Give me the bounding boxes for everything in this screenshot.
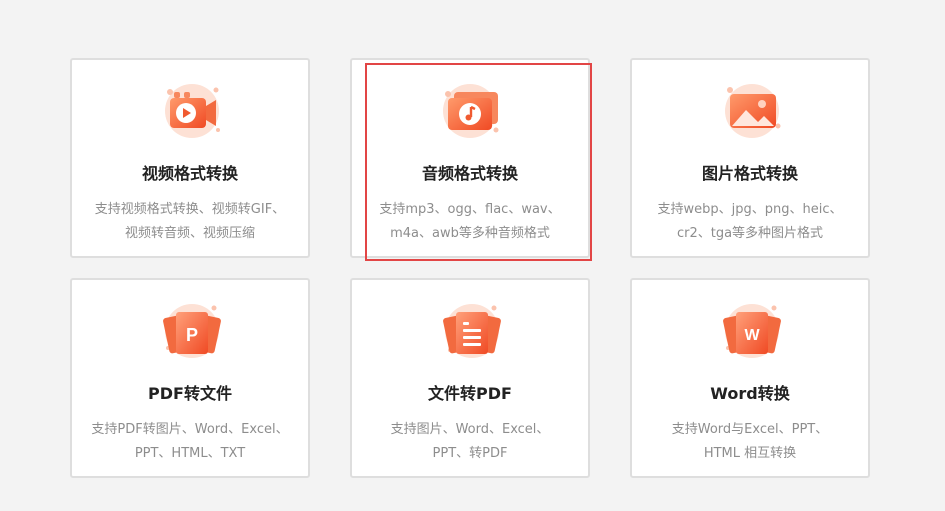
card-description: 支持PDF转图片、Word、Excel、 PPT、HTML、TXT <box>82 418 298 466</box>
card-description-line: PPT、转PDF <box>432 446 508 461</box>
card-title: 视频格式转换 <box>141 164 238 183</box>
word-file-icon: W <box>720 300 784 362</box>
card-title: 图片格式转换 <box>701 164 798 183</box>
card-description-line: 支持PDF转图片、Word、Excel、 <box>91 422 289 437</box>
converter-grid: 视频格式转换 支持视频格式转换、视频转GIF、 视频转音频、视频压缩 音频格式转… <box>0 0 945 511</box>
card-title: Word转换 <box>710 384 790 403</box>
card-description: 支持图片、Word、Excel、 PPT、转PDF <box>362 418 578 466</box>
picture-icon <box>720 80 784 142</box>
card-image-convert[interactable]: 图片格式转换 支持webp、jpg、png、heic、 cr2、tga等多种图片… <box>630 58 870 258</box>
card-description: 支持视频格式转换、视频转GIF、 视频转音频、视频压缩 <box>82 198 298 246</box>
card-description-line: 支持视频格式转换、视频转GIF、 <box>94 202 286 217</box>
card-description-line: cr2、tga等多种图片格式 <box>676 226 824 241</box>
card-description-line: 支持Word与Excel、PPT、 <box>671 422 829 437</box>
card-description: 支持Word与Excel、PPT、 HTML 相互转换 <box>642 418 858 466</box>
card-title: PDF转文件 <box>148 384 232 403</box>
card-description-line: 支持webp、jpg、png、heic、 <box>657 202 843 217</box>
card-description: 支持mp3、ogg、flac、wav、 m4a、awb等多种音频格式 <box>362 198 578 246</box>
music-note-icon <box>440 80 504 142</box>
card-description-line: m4a、awb等多种音频格式 <box>390 226 550 241</box>
card-file-to-pdf[interactable]: 文件转PDF 支持图片、Word、Excel、 PPT、转PDF <box>350 278 590 478</box>
card-description-line: HTML 相互转换 <box>703 446 797 461</box>
icon-letter: P <box>186 325 198 345</box>
card-audio-convert[interactable]: 音频格式转换 支持mp3、ogg、flac、wav、 m4a、awb等多种音频格… <box>350 58 592 261</box>
video-camera-icon <box>160 80 224 142</box>
card-description-line: 支持mp3、ogg、flac、wav、 <box>379 202 561 217</box>
document-icon <box>440 300 504 362</box>
card-title: 音频格式转换 <box>421 164 518 183</box>
icon-letter: W <box>744 327 760 344</box>
card-word-convert[interactable]: W Word转换 支持Word与Excel、PPT、 HTML 相互转换 <box>630 278 870 478</box>
card-description-line: 视频转音频、视频压缩 <box>124 226 255 241</box>
pdf-file-icon: P <box>160 300 224 362</box>
card-description-line: PPT、HTML、TXT <box>134 446 246 461</box>
card-pdf-to-file[interactable]: P PDF转文件 支持PDF转图片、Word、Excel、 PPT、HTML、T… <box>70 278 310 478</box>
card-description-line: 支持图片、Word、Excel、 <box>390 422 550 437</box>
card-video-convert[interactable]: 视频格式转换 支持视频格式转换、视频转GIF、 视频转音频、视频压缩 <box>70 58 310 258</box>
card-description: 支持webp、jpg、png、heic、 cr2、tga等多种图片格式 <box>642 198 858 246</box>
card-title: 文件转PDF <box>428 384 512 403</box>
